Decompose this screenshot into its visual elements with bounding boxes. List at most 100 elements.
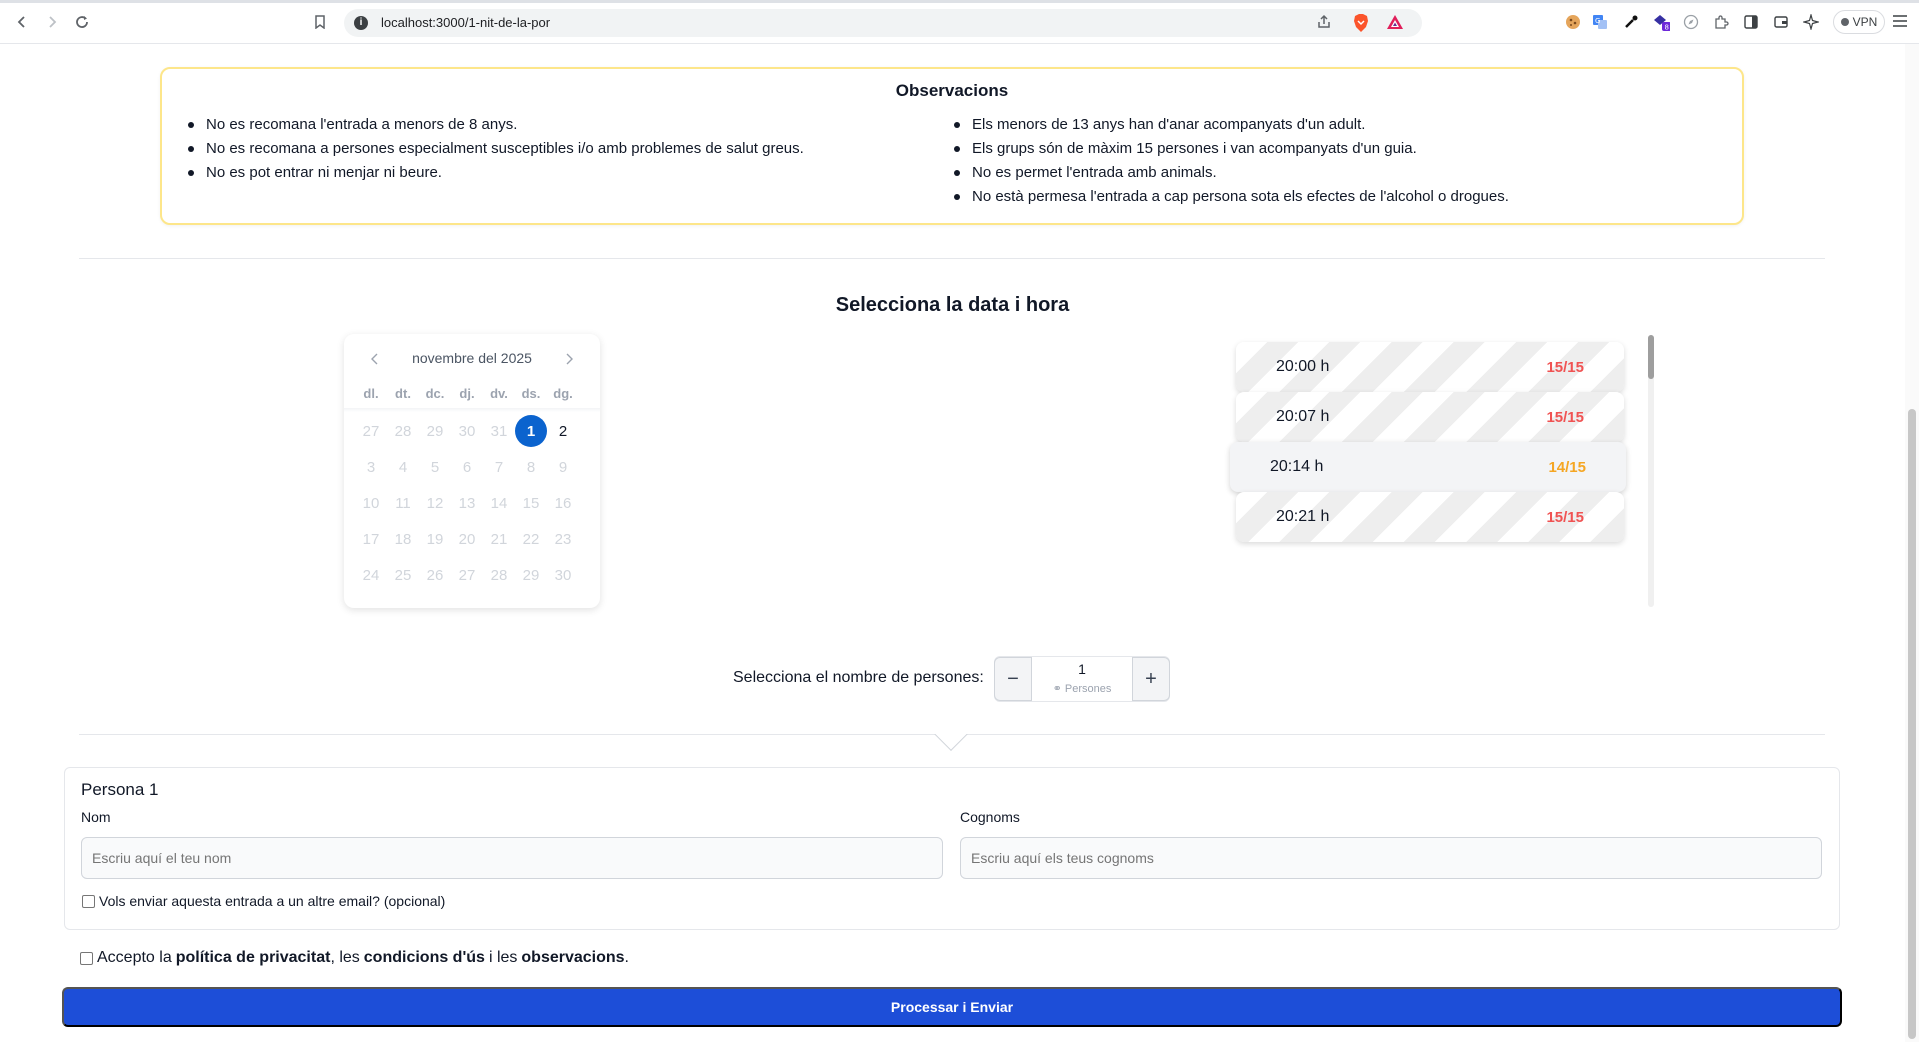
bookmark-icon[interactable] xyxy=(310,12,330,32)
consent-row[interactable]: Accepto la política de privacitat, les c… xyxy=(80,949,629,967)
calendar-day: 22 xyxy=(515,521,547,557)
calendar-day-number: 28 xyxy=(490,566,508,584)
extensions-puzzle-icon[interactable] xyxy=(1712,13,1730,31)
calendar-day-number: 9 xyxy=(558,458,568,476)
calendar-day: 17 xyxy=(355,521,387,557)
calendar-day-number: 2 xyxy=(558,422,568,440)
forward-icon[interactable] xyxy=(42,12,62,32)
calendar-day-number: 16 xyxy=(554,494,572,512)
address-bar[interactable]: i localhost:3000/1-nit-de-la-por xyxy=(344,9,1422,37)
calendar-day-number: 27 xyxy=(458,566,476,584)
time-slot-time: 20:07 h xyxy=(1276,408,1330,425)
leo-ai-icon[interactable] xyxy=(1802,13,1820,31)
time-slot-time: 20:00 h xyxy=(1276,358,1330,375)
calendar-day: 20 xyxy=(451,521,483,557)
calendar-day: 30 xyxy=(547,557,579,593)
calendar-day-number: 17 xyxy=(362,530,380,548)
observations-link[interactable]: observacions xyxy=(521,949,624,967)
other-email-checkbox[interactable] xyxy=(82,894,95,908)
extension-badge-icon[interactable]: 8 xyxy=(1652,13,1670,32)
observation-item: No està permesa l'entrada a cap persona … xyxy=(950,185,1509,209)
calendar-header: novembre del 2025 xyxy=(344,350,600,370)
consent-checkbox[interactable] xyxy=(80,951,93,965)
time-slot-capacity: 14/15 xyxy=(1548,458,1586,476)
wallet-icon[interactable] xyxy=(1772,13,1790,31)
increase-persons-button[interactable]: + xyxy=(1132,657,1170,701)
tab-strip-edge xyxy=(0,0,1919,3)
calendar-day: 19 xyxy=(419,521,451,557)
calendar-day-selected[interactable]: 1 xyxy=(515,413,547,449)
calendar-day: 27 xyxy=(451,557,483,593)
next-month-icon[interactable] xyxy=(564,352,574,368)
people-icon: ⚭ xyxy=(1052,683,1062,695)
translate-extension-icon[interactable]: G xyxy=(1591,13,1609,31)
persons-count[interactable]: 1 xyxy=(1033,661,1131,677)
calendar-day: 28 xyxy=(387,413,419,449)
site-info-icon[interactable]: i xyxy=(354,16,368,30)
decrease-persons-button[interactable]: − xyxy=(994,657,1032,701)
page-scrollbar-thumb[interactable] xyxy=(1908,409,1916,1039)
menu-icon[interactable] xyxy=(1893,14,1907,32)
vpn-button[interactable]: VPN xyxy=(1833,10,1885,34)
date-section-title: Selecciona la data i hora xyxy=(835,294,1070,316)
surname-label: Cognoms xyxy=(960,809,1020,825)
calendar-day-number: 15 xyxy=(522,494,540,512)
page-scrollbar[interactable] xyxy=(1905,44,1919,1042)
calendar-day[interactable]: 2 xyxy=(547,413,579,449)
calendar-day: 11 xyxy=(387,485,419,521)
time-slot-capacity: 15/15 xyxy=(1546,508,1584,526)
calendar-day-number: 28 xyxy=(394,422,412,440)
weekday-label: dv. xyxy=(490,386,508,401)
time-slot[interactable]: 20:14 h 14/15 xyxy=(1230,442,1626,492)
persons-label: Selecciona el nombre de persones: xyxy=(733,669,984,686)
vpn-status-icon xyxy=(1840,18,1849,26)
calendar-day-number: 25 xyxy=(394,566,412,584)
divider-notch-icon xyxy=(934,734,968,751)
consent-suffix: . xyxy=(624,949,629,966)
consent-prefix: Accepto la xyxy=(97,949,172,966)
calendar-day-number: 27 xyxy=(362,422,380,440)
surname-input[interactable] xyxy=(960,837,1822,879)
calendar-day-number: 18 xyxy=(394,530,412,548)
observation-item: Els grups són de màxim 15 persones i van… xyxy=(950,137,1509,161)
share-icon[interactable] xyxy=(1316,14,1332,35)
consent-sep1: , les xyxy=(330,949,360,966)
time-slot-scrollbar[interactable] xyxy=(1648,335,1654,607)
calendar-day: 26 xyxy=(419,557,451,593)
calendar-day-number: 12 xyxy=(426,494,444,512)
calendar-day-number: 6 xyxy=(462,458,472,476)
calendar-day: 7 xyxy=(483,449,515,485)
name-input[interactable] xyxy=(81,837,943,879)
calendar-day: 31 xyxy=(483,413,515,449)
person-title: Persona 1 xyxy=(81,780,159,799)
submit-button[interactable]: Processar i Enviar xyxy=(62,987,1842,1027)
brave-rewards-icon[interactable] xyxy=(1386,14,1404,35)
reload-icon[interactable] xyxy=(72,12,92,32)
observation-item: Els menors de 13 anys han d'anar acompan… xyxy=(950,113,1509,137)
calendar-day: 10 xyxy=(355,485,387,521)
observation-item: No es recomana a persones especialment s… xyxy=(184,137,804,161)
eyedropper-extension-icon[interactable] xyxy=(1622,13,1640,31)
other-email-option[interactable]: Vols enviar aquesta entrada a un altre e… xyxy=(82,893,445,909)
calendar-day: 16 xyxy=(547,485,579,521)
observations-box: Observacions No es recomana l'entrada a … xyxy=(160,67,1744,225)
compass-extension-icon[interactable] xyxy=(1682,13,1700,31)
terms-link[interactable]: condicions d'ús xyxy=(364,949,485,967)
weekday-label: dj. xyxy=(459,386,475,401)
calendar-day-number: 5 xyxy=(430,458,440,476)
calendar-day-number: 10 xyxy=(362,494,380,512)
date-calendar: novembre del 2025 dl. dt. dc. dj. dv. ds… xyxy=(344,334,600,608)
consent-sep2: i les xyxy=(488,949,518,966)
back-icon[interactable] xyxy=(12,12,32,32)
privacy-policy-link[interactable]: política de privacitat xyxy=(176,949,331,967)
weekday-label: dc. xyxy=(425,386,445,401)
time-slot-scrollbar-thumb[interactable] xyxy=(1648,335,1654,379)
weekday-label: dt. xyxy=(395,386,411,401)
time-slot: 20:07 h 15/15 xyxy=(1236,392,1624,442)
sidebar-icon[interactable] xyxy=(1742,13,1760,31)
time-slot-capacity: 15/15 xyxy=(1546,408,1584,426)
brave-shields-icon[interactable] xyxy=(1352,13,1370,38)
weekday-label: dl. xyxy=(363,386,379,401)
time-slot-time: 20:21 h xyxy=(1276,508,1330,525)
cookie-extension-icon[interactable] xyxy=(1564,13,1582,31)
